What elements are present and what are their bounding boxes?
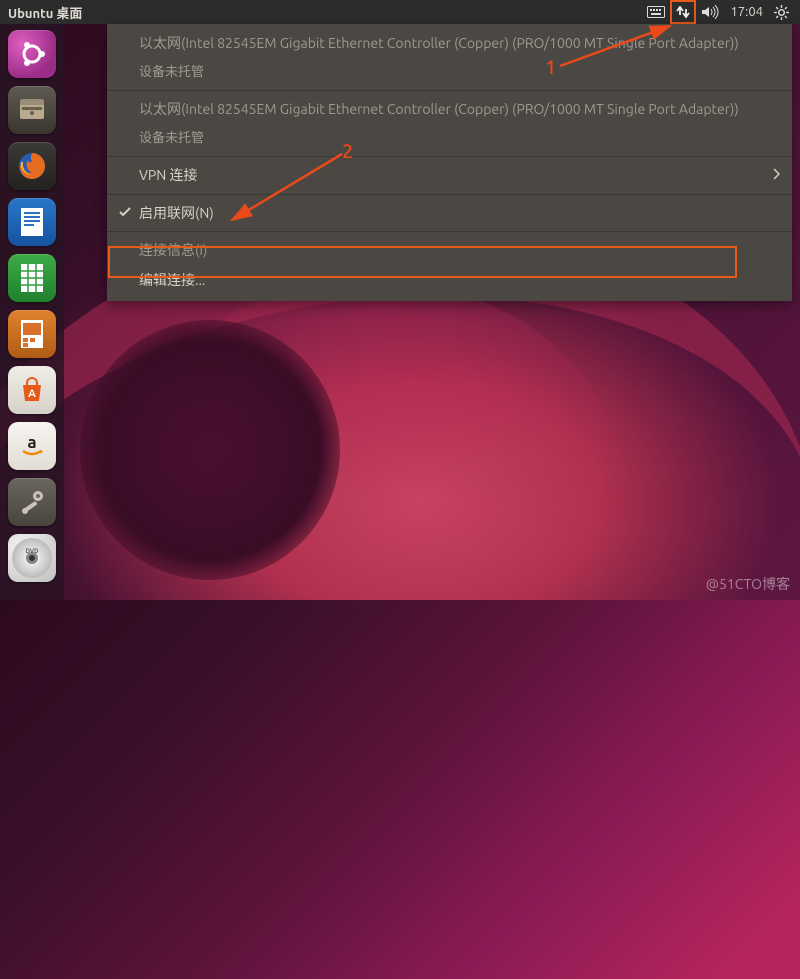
document-icon (19, 207, 45, 237)
sound-icon (701, 5, 719, 19)
shopping-bag-icon: A (17, 375, 47, 405)
amazon-icon: a (17, 431, 47, 461)
menu-eth2-status: 设备未托管 (107, 124, 792, 153)
menu-connection-info: 连接信息(I) (107, 235, 792, 265)
spreadsheet-icon (19, 263, 45, 293)
network-indicator[interactable] (670, 0, 696, 24)
network-menu: 以太网(Intel 82545EM Gigabit Ethernet Contr… (107, 24, 792, 301)
top-menu-bar: Ubuntu 桌面 17:04 (0, 0, 800, 24)
gear-icon (774, 5, 789, 20)
svg-text:DVD: DVD (26, 548, 39, 555)
menu-eth2-title: 以太网(Intel 82545EM Gigabit Ethernet Contr… (107, 94, 792, 124)
launcher-dash[interactable] (6, 28, 58, 80)
disc-icon: DVD (10, 536, 54, 580)
keyboard-indicator[interactable] (642, 0, 670, 24)
launcher-calc[interactable] (6, 252, 58, 304)
launcher-dvd[interactable]: DVD (6, 532, 58, 584)
menu-eth1-status: 设备未托管 (107, 58, 792, 87)
sound-indicator[interactable] (696, 0, 724, 24)
network-updown-icon (675, 4, 691, 20)
chevron-right-icon (772, 166, 780, 184)
launcher-firefox[interactable] (6, 140, 58, 192)
launcher-amazon[interactable]: a (6, 420, 58, 472)
wrench-gear-icon (17, 487, 47, 517)
svg-text:A: A (28, 388, 36, 400)
launcher-writer[interactable] (6, 196, 58, 248)
menu-enable-networking[interactable]: 启用联网(N) (107, 198, 792, 228)
keyboard-icon (647, 6, 665, 18)
launcher-impress[interactable] (6, 308, 58, 360)
ubuntu-logo-icon (17, 39, 47, 69)
launcher-software[interactable]: A (6, 364, 58, 416)
launcher-files[interactable] (6, 84, 58, 136)
menu-enable-networking-label: 启用联网(N) (139, 204, 214, 222)
svg-text:a: a (27, 433, 36, 452)
clock[interactable]: 17:04 (724, 0, 769, 24)
system-indicator[interactable] (769, 0, 794, 24)
check-icon (119, 204, 131, 222)
menu-vpn[interactable]: VPN 连接 (107, 160, 792, 190)
window-title: Ubuntu 桌面 (8, 3, 82, 22)
watermark: @51CTO博客 (706, 574, 790, 594)
launcher-settings[interactable] (6, 476, 58, 528)
file-manager-icon (17, 97, 47, 123)
presentation-icon (19, 319, 45, 349)
menu-vpn-label: VPN 连接 (139, 166, 197, 184)
unity-launcher: A a DVD (0, 24, 64, 600)
menu-eth1-title: 以太网(Intel 82545EM Gigabit Ethernet Contr… (107, 28, 792, 58)
firefox-icon (15, 149, 49, 183)
menu-edit-connections[interactable]: 编辑连接... (107, 265, 792, 295)
